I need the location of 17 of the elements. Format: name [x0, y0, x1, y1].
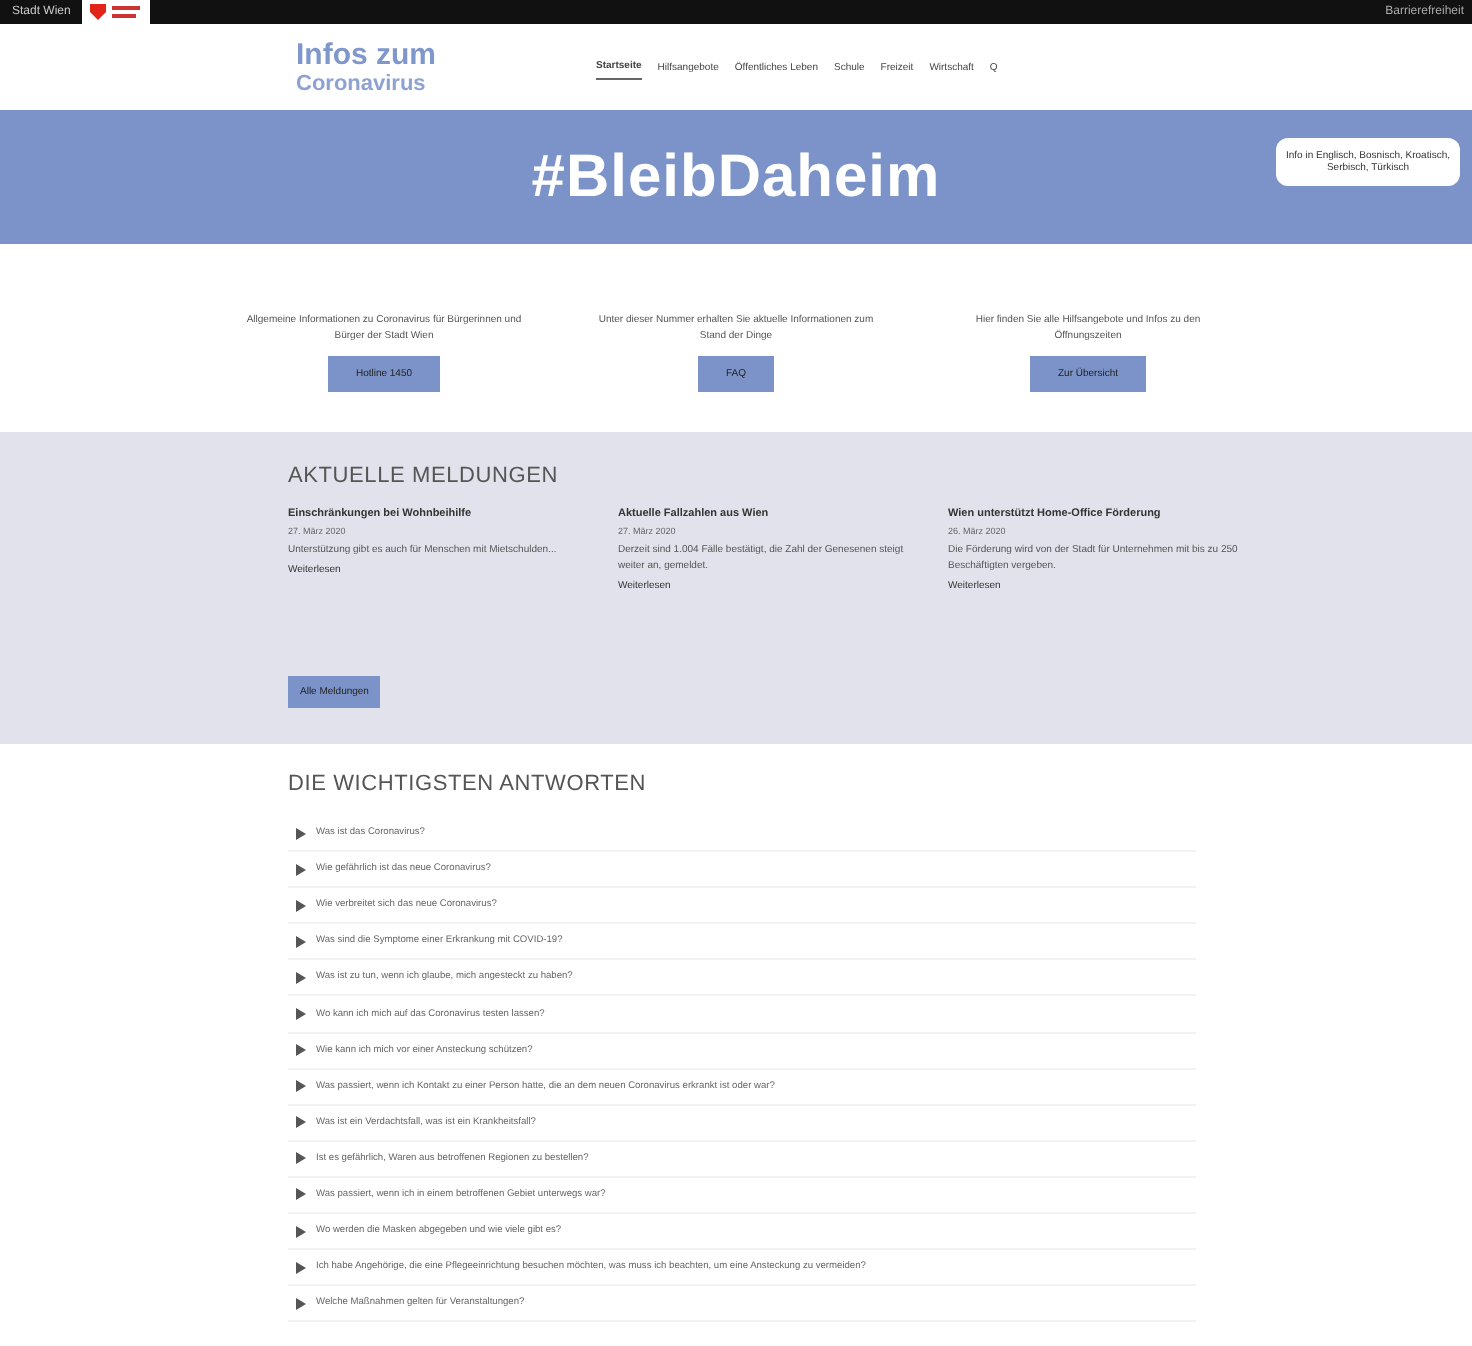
triangle-icon — [296, 1188, 306, 1201]
triangle-icon — [296, 1297, 306, 1310]
triangle-icon — [296, 935, 306, 948]
triangle-icon — [296, 863, 306, 876]
triangle-icon — [296, 971, 306, 984]
triangle-icon — [296, 1152, 306, 1165]
triangle-icon — [296, 1261, 306, 1274]
triangle-icon — [296, 1044, 306, 1057]
section-title: AKTUELLE MELDUNGEN — [288, 464, 558, 488]
banner-title: #BleibDaheim — [531, 143, 941, 211]
triangle-icon — [296, 1008, 306, 1021]
triangle-icon — [296, 1116, 306, 1129]
triangle-icon — [296, 899, 306, 912]
triangle-icon — [296, 827, 306, 840]
triangle-icon — [296, 1225, 306, 1238]
section-title: DIE WICHTIGSTEN ANTWORTEN — [288, 772, 649, 796]
triangle-icon — [296, 1080, 306, 1093]
